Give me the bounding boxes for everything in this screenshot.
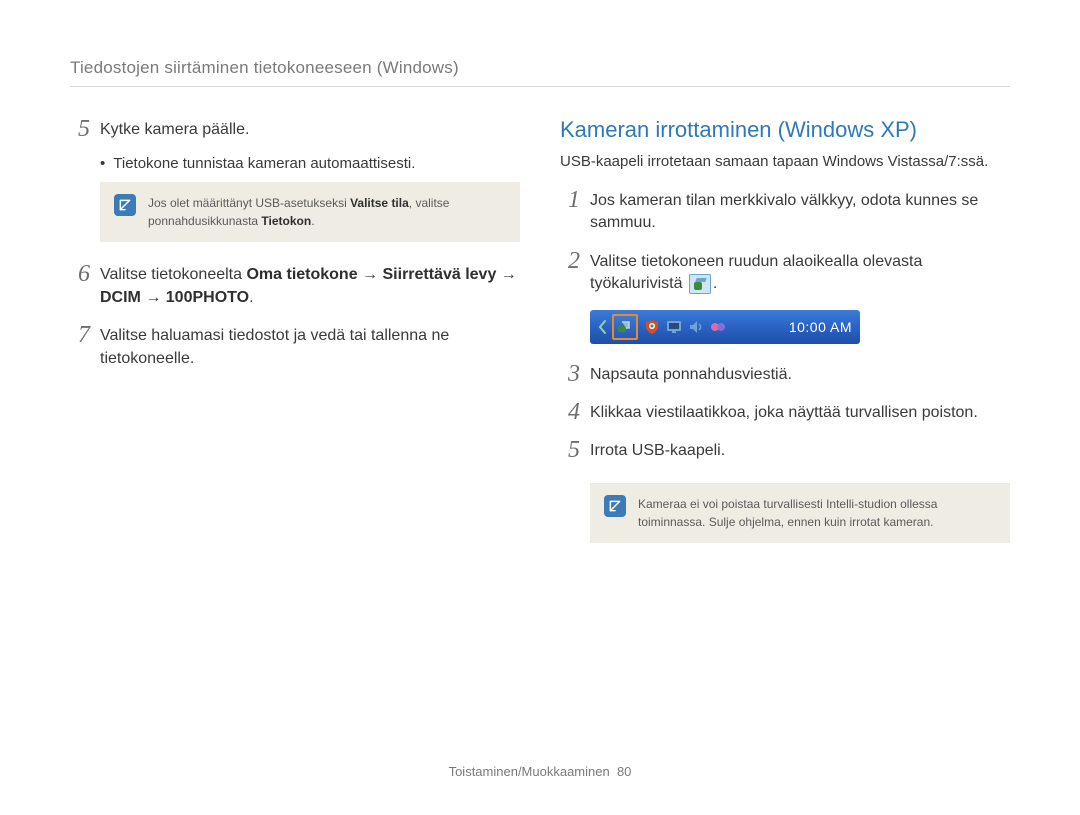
step-4: 4 Klikkaa viestilaatikkoa, joka näyttää …: [560, 400, 1010, 424]
step-3: 3 Napsauta ponnahdusviestiä.: [560, 362, 1010, 386]
step-text: Kytke kamera päälle.: [100, 117, 249, 141]
note-icon: [604, 495, 626, 517]
step-number: 4: [560, 400, 580, 424]
right-column: Kameran irrottaminen (Windows XP) USB-ka…: [560, 117, 1010, 543]
step-number: 5: [70, 117, 90, 141]
tray-icon-generic: [709, 318, 727, 336]
step-number: 5: [560, 438, 580, 462]
step-text: Valitse haluamasi tiedostot ja vedä tai …: [100, 323, 520, 370]
step-number: 7: [70, 323, 90, 370]
taskbar-screenshot: 10:00 AM: [590, 310, 860, 344]
step-number: 3: [560, 362, 580, 386]
step-number: 2: [560, 249, 580, 296]
step-5-sub-bullet: • Tietokone tunnistaa kameran automaatti…: [100, 155, 520, 172]
tray-icon-monitor: [665, 318, 683, 336]
page: Tiedostojen siirtäminen tietokoneeseen (…: [0, 0, 1080, 815]
section-title: Kameran irrottaminen (Windows XP): [560, 117, 1010, 143]
divider: [70, 86, 1010, 87]
step-5: 5 Kytke kamera päälle.: [70, 117, 520, 141]
tray-icon-volume: [687, 318, 705, 336]
step-number: 1: [560, 188, 580, 235]
footer-section: Toistaminen/Muokkaaminen: [449, 764, 610, 779]
step-text: Irrota USB-kaapeli.: [590, 438, 725, 462]
safely-remove-hardware-icon: [612, 314, 638, 340]
step-text: Jos kameran tilan merkkivalo välkkyy, od…: [590, 188, 1010, 235]
bullet-text: Tietokone tunnistaa kameran automaattise…: [113, 155, 415, 172]
safely-remove-icon: [689, 274, 711, 294]
left-column: 5 Kytke kamera päälle. • Tietokone tunni…: [70, 117, 520, 543]
taskbar-clock: 10:00 AM: [789, 319, 852, 335]
step-text: Valitse tietokoneen ruudun alaoikealla o…: [590, 249, 1010, 296]
breadcrumb: Tiedostojen siirtäminen tietokoneeseen (…: [70, 58, 1010, 78]
step-5-right: 5 Irrota USB-kaapeli.: [560, 438, 1010, 462]
step-text: Valitse tietokoneelta Oma tietokone → Si…: [100, 262, 520, 309]
note-text: Kameraa ei voi poistaa turvallisesti Int…: [638, 495, 996, 531]
note-box-2: Kameraa ei voi poistaa turvallisesti Int…: [590, 483, 1010, 543]
step-7: 7 Valitse haluamasi tiedostot ja vedä ta…: [70, 323, 520, 370]
step-1: 1 Jos kameran tilan merkkivalo välkkyy, …: [560, 188, 1010, 235]
columns: 5 Kytke kamera päälle. • Tietokone tunni…: [70, 117, 1010, 543]
bullet-dot: •: [100, 155, 105, 172]
step-2: 2 Valitse tietokoneen ruudun alaoikealla…: [560, 249, 1010, 296]
step-text: Napsauta ponnahdusviestiä.: [590, 362, 792, 386]
note-text: Jos olet määrittänyt USB-asetukseksi Val…: [148, 194, 506, 230]
step-number: 6: [70, 262, 90, 309]
section-subtitle: USB-kaapeli irrotetaan samaan tapaan Win…: [560, 151, 1010, 172]
note-box-1: Jos olet määrittänyt USB-asetukseksi Val…: [100, 182, 520, 242]
step-text: Klikkaa viestilaatikkoa, joka näyttää tu…: [590, 400, 978, 424]
note-icon: [114, 194, 136, 216]
footer-page-number: 80: [617, 764, 631, 779]
tray-icon-shield: [643, 318, 661, 336]
chevron-icon: [594, 315, 612, 339]
step-6: 6 Valitse tietokoneelta Oma tietokone → …: [70, 262, 520, 309]
page-footer: Toistaminen/Muokkaaminen 80: [0, 764, 1080, 779]
